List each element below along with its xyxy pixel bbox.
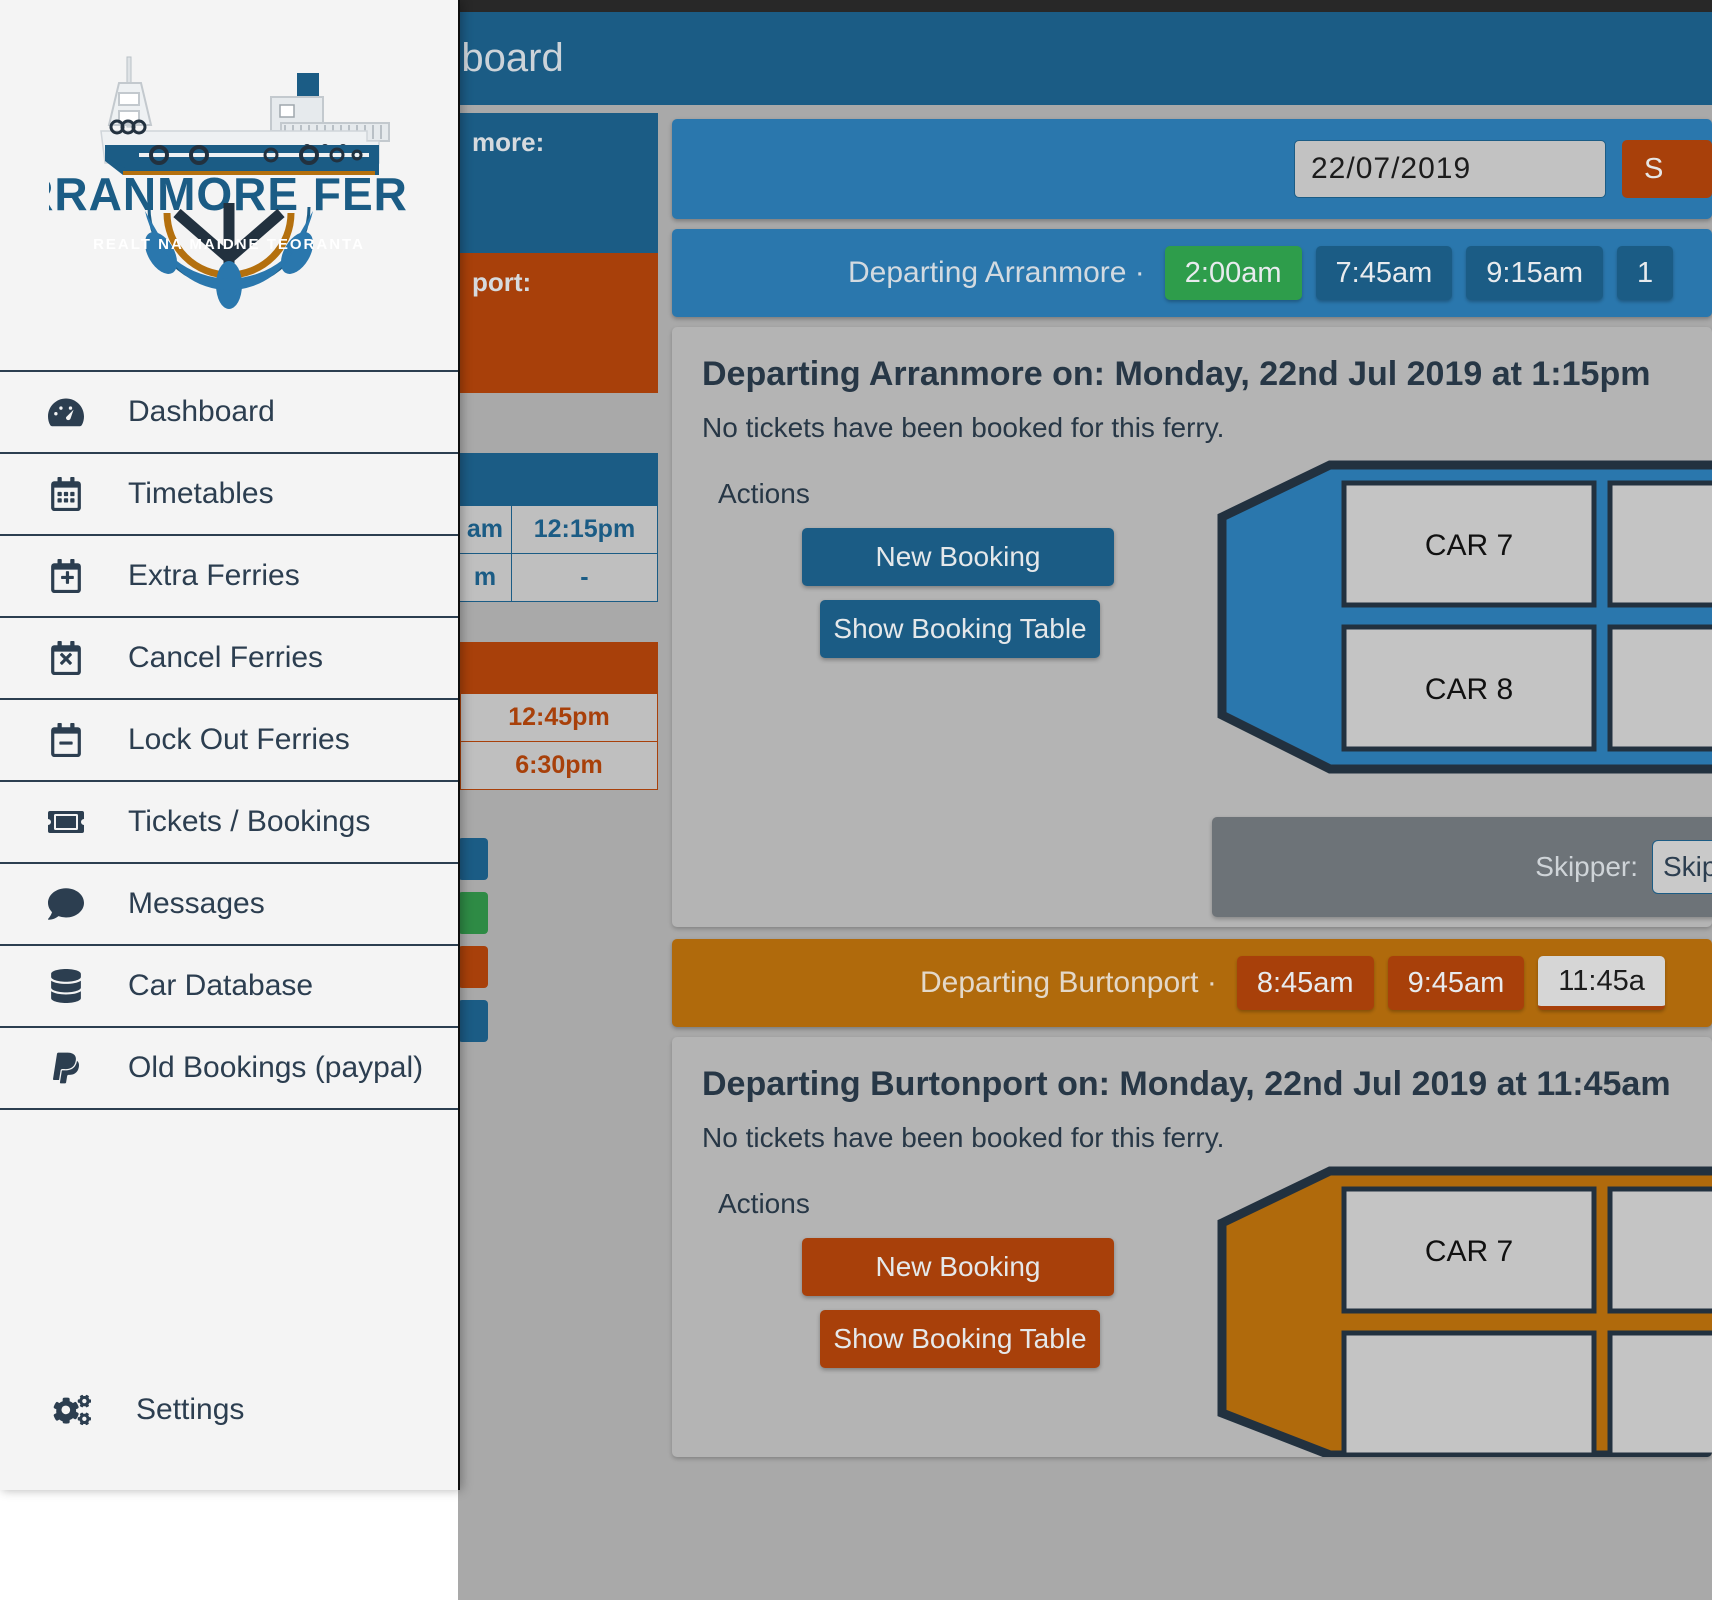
timetable-orange-r0c1: 12:45pm xyxy=(460,694,657,742)
timetable-blue-r1c1: - xyxy=(511,553,657,601)
timetable-orange: 12:45pm 6:30pm xyxy=(458,642,658,791)
left-action-button-1[interactable] xyxy=(458,838,488,880)
comment-icon xyxy=(46,884,86,924)
burtonport-show-booking-table-button[interactable]: Show Booking Table xyxy=(820,1310,1100,1368)
arranmore-time-chip-0[interactable]: 2:00am xyxy=(1165,246,1302,300)
left-action-button-4[interactable] xyxy=(458,1000,488,1042)
sidebar-item-label: Lock Out Ferries xyxy=(128,723,350,757)
brand-logo: ARRANMORE FERRY REALT NA MAIDNE TEORANTA xyxy=(0,0,458,370)
calendar-plus-icon xyxy=(46,556,86,596)
sidebar-item-dashboard[interactable]: Dashboard xyxy=(0,372,458,454)
sidebar-item-old-bookings-paypal[interactable]: Old Bookings (paypal) xyxy=(0,1028,458,1110)
timetable-blue-r0c0: am xyxy=(459,505,512,553)
skipper-select-value: Skip xyxy=(1663,851,1712,883)
burtonport-detail-title: Departing Burtonport on: Monday, 22nd Ju… xyxy=(702,1065,1682,1104)
ticket-icon xyxy=(46,802,86,842)
sidebar-item-label: Settings xyxy=(136,1393,244,1427)
sidebar-item-settings[interactable]: Settings xyxy=(0,1370,458,1450)
arranmore-car-deck-diagram: CAR 7 CAR 8 xyxy=(1212,457,1712,767)
gears-icon xyxy=(52,1390,92,1430)
burtonport-time-chip-1[interactable]: 9:45am xyxy=(1388,956,1525,1010)
sidebar-nav-list: Dashboard Timetables Extra Ferries Cance… xyxy=(0,370,458,1110)
sidebar-item-label: Car Database xyxy=(128,969,313,1003)
timetable-blue-r1c0: m xyxy=(459,553,512,601)
burtonport-car-deck-diagram: CAR 7 xyxy=(1212,1163,1712,1457)
sidebar-item-car-database[interactable]: Car Database xyxy=(0,946,458,1028)
paypal-icon xyxy=(46,1048,86,1088)
left-summary-column: more: port: am 12:15pm m - xyxy=(458,113,658,1054)
app-header: Dashboard xyxy=(458,12,1712,105)
arranmore-times-bar: Departing Arranmore · 2:00am 7:45am 9:15… xyxy=(672,229,1712,317)
sidebar-item-label: Timetables xyxy=(128,477,274,511)
arranmore-detail-subtitle: No tickets have been booked for this fer… xyxy=(702,412,1682,444)
sidebar-item-tickets-bookings[interactable]: Tickets / Bookings xyxy=(0,782,458,864)
sidebar-item-label: Extra Ferries xyxy=(128,559,300,593)
burtonport-detail-subtitle: No tickets have been booked for this fer… xyxy=(702,1122,1682,1154)
sidebar-item-label: Messages xyxy=(128,887,265,921)
arranmore-show-booking-table-button[interactable]: Show Booking Table xyxy=(820,600,1100,658)
timetable-blue: am 12:15pm m - xyxy=(458,453,658,602)
sidebar-item-label: Cancel Ferries xyxy=(128,641,323,675)
left-action-button-3[interactable] xyxy=(458,946,488,988)
sidebar-item-timetables[interactable]: Timetables xyxy=(0,454,458,536)
arranmore-new-booking-button[interactable]: New Booking xyxy=(802,528,1114,586)
sidebar-item-cancel-ferries[interactable]: Cancel Ferries xyxy=(0,618,458,700)
summary-card-arranmore-title: more: xyxy=(472,127,544,157)
left-column-action-buttons xyxy=(458,838,658,1042)
date-input[interactable] xyxy=(1294,140,1606,198)
date-search-bar: S xyxy=(672,119,1712,219)
sidebar-drawer: ARRANMORE FERRY REALT NA MAIDNE TEORANTA xyxy=(0,0,460,1490)
arranmore-time-chip-1[interactable]: 7:45am xyxy=(1316,246,1453,300)
sidebar-item-messages[interactable]: Messages xyxy=(0,864,458,946)
burtonport-time-chip-2[interactable]: 11:45a xyxy=(1538,956,1665,1010)
svg-text:REALT NA MAIDNE TEORANTA: REALT NA MAIDNE TEORANTA xyxy=(93,236,365,253)
dashboard-icon xyxy=(46,392,86,432)
sidebar-item-label: Dashboard xyxy=(128,395,275,429)
timetable-orange-r1c1: 6:30pm xyxy=(460,742,657,790)
table-row: 12:45pm xyxy=(459,694,658,742)
deck-cell-label-car7-burtonport: CAR 7 xyxy=(1425,1235,1513,1268)
arranmore-times-label: Departing Arranmore · xyxy=(848,256,1145,290)
sidebar-item-label: Old Bookings (paypal) xyxy=(128,1051,423,1085)
arranmore-time-chip-2[interactable]: 9:15am xyxy=(1466,246,1603,300)
arranmore-time-chip-3[interactable]: 1 xyxy=(1617,246,1673,300)
skipper-select[interactable]: Skip xyxy=(1652,840,1712,894)
calendar-times-icon xyxy=(46,638,86,678)
burtonport-detail-card: Departing Burtonport on: Monday, 22nd Ju… xyxy=(672,1037,1712,1457)
skipper-label: Skipper: xyxy=(1535,851,1638,883)
summary-card-arranmore: more: xyxy=(458,113,658,253)
sidebar-item-lock-out-ferries[interactable]: Lock Out Ferries xyxy=(0,700,458,782)
burtonport-time-chip-0[interactable]: 8:45am xyxy=(1237,956,1374,1010)
table-row: 6:30pm xyxy=(459,742,658,790)
sidebar-item-label: Tickets / Bookings xyxy=(128,805,370,839)
left-action-button-2[interactable] xyxy=(458,892,488,934)
burtonport-times-label: Departing Burtonport · xyxy=(920,966,1217,1000)
calendar-icon xyxy=(46,474,86,514)
arranmore-skipper-bar: Skipper: Skip xyxy=(1212,817,1712,917)
burtonport-times-bar: Departing Burtonport · 8:45am 9:45am 11:… xyxy=(672,939,1712,1027)
burtonport-new-booking-button[interactable]: New Booking xyxy=(802,1238,1114,1296)
calendar-minus-icon xyxy=(46,720,86,760)
table-row: am 12:15pm xyxy=(459,505,658,553)
summary-card-burtonport: port: xyxy=(458,253,658,393)
main-column: S Departing Arranmore · 2:00am 7:45am 9:… xyxy=(672,119,1712,1469)
arranmore-detail-card: Departing Arranmore on: Monday, 22nd Jul… xyxy=(672,327,1712,927)
timetable-blue-r0c1: 12:15pm xyxy=(511,505,657,553)
timetable-orange-header xyxy=(459,642,658,694)
drawer-bottom-edge xyxy=(0,1474,460,1490)
page-body: more: port: am 12:15pm m - xyxy=(458,105,1712,1600)
deck-cell-label-car8: CAR 8 xyxy=(1425,673,1513,706)
timetable-blue-header xyxy=(459,453,658,505)
summary-card-burtonport-title: port: xyxy=(472,267,531,297)
database-icon xyxy=(46,966,86,1006)
page-title: Dashboard xyxy=(458,36,564,81)
deck-cell-label-car7: CAR 7 xyxy=(1425,529,1513,562)
search-button[interactable]: S xyxy=(1622,140,1712,198)
arranmore-detail-title: Departing Arranmore on: Monday, 22nd Jul… xyxy=(702,355,1682,394)
table-row: m - xyxy=(459,553,658,601)
sidebar-item-extra-ferries[interactable]: Extra Ferries xyxy=(0,536,458,618)
app-root: Dashboard more: port: am 12:15pm m - xyxy=(0,0,1712,1600)
